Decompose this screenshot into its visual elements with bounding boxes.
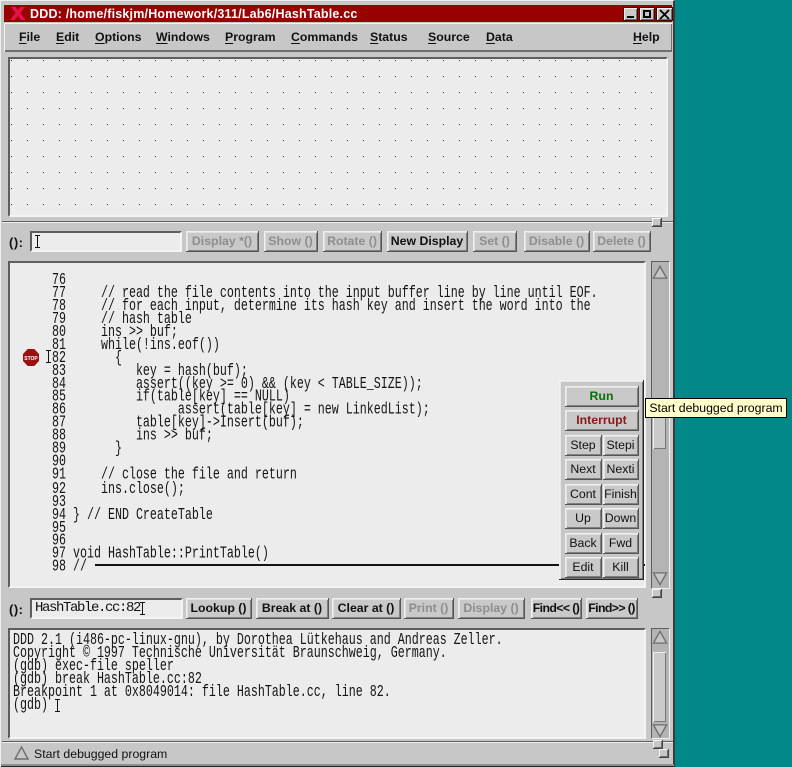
- svg-text:STOP: STOP: [24, 356, 38, 362]
